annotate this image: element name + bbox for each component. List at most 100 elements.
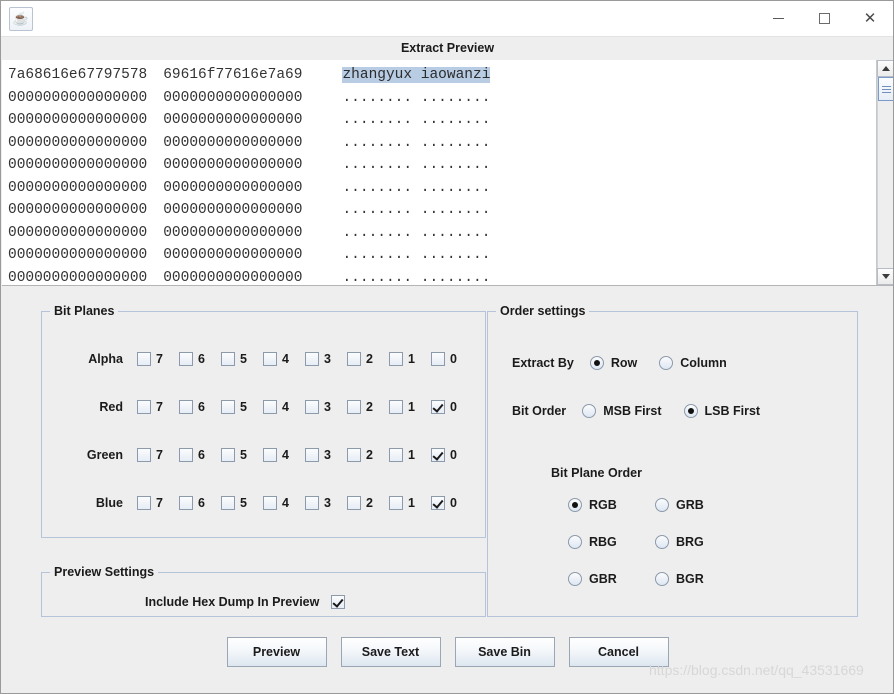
- radio-button[interactable]: [568, 572, 582, 586]
- checkbox-red-bit-2[interactable]: [347, 400, 361, 414]
- bit-index-label: 5: [240, 496, 247, 510]
- radio-button[interactable]: [655, 498, 669, 512]
- hex-column-1: 0000000000000000: [8, 134, 148, 151]
- radio-button[interactable]: [568, 498, 582, 512]
- include-hex-dump-checkbox[interactable]: [331, 595, 346, 609]
- bit-cell: 1: [389, 400, 431, 414]
- checkbox-blue-bit-6[interactable]: [179, 496, 193, 510]
- extract-by-option-column[interactable]: Column: [659, 356, 727, 370]
- maximize-icon: [818, 13, 830, 24]
- radio-button[interactable]: [655, 572, 669, 586]
- bit-plane-order-option-brg[interactable]: BRG: [655, 535, 742, 549]
- hex-dump-line: 0000000000000000 0000000000000000........…: [8, 132, 875, 155]
- radio-label: RGB: [589, 498, 617, 512]
- radio-button[interactable]: [659, 356, 674, 370]
- hex-dump-scrollbar[interactable]: [876, 60, 893, 285]
- ascii-column: ........ ........: [342, 202, 491, 218]
- bit-cell: 7: [137, 400, 179, 414]
- checkbox-blue-bit-5[interactable]: [221, 496, 235, 510]
- bit-index-label: 2: [366, 496, 373, 510]
- scrollbar-track[interactable]: [877, 77, 893, 268]
- checkbox-blue-bit-1[interactable]: [389, 496, 403, 510]
- checkbox-red-bit-6[interactable]: [179, 400, 193, 414]
- bit-index-label: 6: [198, 448, 205, 462]
- checkbox-green-bit-2[interactable]: [347, 448, 361, 462]
- radio-button[interactable]: [582, 404, 597, 418]
- checkbox-green-bit-7[interactable]: [137, 448, 151, 462]
- hex-dump-textarea[interactable]: 7a68616e67797578 69616f77616e7a69 zhangyux…: [2, 60, 875, 285]
- checkbox-green-bit-1[interactable]: [389, 448, 403, 462]
- bit-planes-group: Bit Planes Alpha 7 6 5 4 3 2 1 0 Red 7 6 5 4 3 2 1 0 Green…: [41, 304, 486, 538]
- bit-order-option-msb-first[interactable]: MSB First: [582, 404, 662, 418]
- bit-cell: 2: [347, 496, 389, 510]
- checkbox-blue-bit-4[interactable]: [263, 496, 277, 510]
- checkbox-blue-bit-3[interactable]: [305, 496, 319, 510]
- checkbox-green-bit-5[interactable]: [221, 448, 235, 462]
- scroll-down-button[interactable]: [877, 268, 893, 285]
- checkbox-alpha-bit-7[interactable]: [137, 352, 151, 366]
- checkbox-alpha-bit-3[interactable]: [305, 352, 319, 366]
- bit-plane-order-option-gbr[interactable]: GBR: [568, 572, 655, 586]
- checkbox-red-bit-4[interactable]: [263, 400, 277, 414]
- bit-cell: 0: [431, 352, 473, 366]
- bit-order-option-lsb-first[interactable]: LSB First: [683, 404, 760, 418]
- checkbox-alpha-bit-2[interactable]: [347, 352, 361, 366]
- checkbox-red-bit-7[interactable]: [137, 400, 151, 414]
- hex-column-2: 0000000000000000: [163, 269, 303, 286]
- include-hex-dump-label: Include Hex Dump In Preview: [145, 595, 320, 609]
- bit-index-label: 7: [156, 400, 163, 414]
- preview-button[interactable]: Preview: [226, 637, 327, 667]
- hex-column-1: 0000000000000000: [8, 112, 148, 128]
- cancel-button[interactable]: Cancel: [568, 637, 669, 667]
- bit-plane-order-options: RGB GRB RBG BRG GBR BGR: [568, 498, 818, 586]
- scroll-up-button[interactable]: [877, 60, 893, 77]
- bit-plane-order-option-grb[interactable]: GRB: [655, 498, 742, 512]
- checkbox-alpha-bit-6[interactable]: [179, 352, 193, 366]
- checkbox-green-bit-6[interactable]: [179, 448, 193, 462]
- radio-button[interactable]: [683, 404, 698, 418]
- checkbox-green-bit-4[interactable]: [263, 448, 277, 462]
- maximize-button[interactable]: [801, 1, 847, 36]
- checkbox-green-bit-0[interactable]: [431, 448, 445, 462]
- save-text-button[interactable]: Save Text: [340, 637, 441, 667]
- checkbox-alpha-bit-5[interactable]: [221, 352, 235, 366]
- checkbox-red-bit-1[interactable]: [389, 400, 403, 414]
- checkbox-blue-bit-2[interactable]: [347, 496, 361, 510]
- scrollbar-thumb[interactable]: [878, 77, 893, 101]
- bit-plane-order-option-bgr[interactable]: BGR: [655, 572, 742, 586]
- checkbox-blue-bit-7[interactable]: [137, 496, 151, 510]
- checkbox-alpha-bit-0[interactable]: [431, 352, 445, 366]
- checkbox-red-bit-3[interactable]: [305, 400, 319, 414]
- extract-by-option-row[interactable]: Row: [589, 356, 637, 370]
- include-hex-dump-row[interactable]: Include Hex Dump In Preview: [145, 595, 346, 609]
- bit-index-label: 3: [324, 400, 331, 414]
- order-settings-group: Order settings Extract By Row Column Bit …: [487, 304, 858, 617]
- radio-label: RBG: [589, 535, 617, 549]
- radio-label: GBR: [589, 572, 617, 586]
- checkbox-alpha-bit-1[interactable]: [389, 352, 403, 366]
- bit-index-label: 5: [240, 352, 247, 366]
- hex-column-2: 0000000000000000: [163, 224, 303, 241]
- radio-label: BGR: [676, 572, 704, 586]
- radio-button[interactable]: [589, 356, 604, 370]
- bit-plane-row-alpha: Alpha 7 6 5 4 3 2 1 0: [42, 348, 485, 370]
- hex-dump-line: 7a68616e67797578 69616f77616e7a69 zhangyux…: [8, 64, 875, 87]
- checkbox-red-bit-0[interactable]: [431, 400, 445, 414]
- hex-column-2: 0000000000000000: [163, 202, 303, 218]
- radio-button[interactable]: [568, 535, 582, 549]
- bit-index-label: 1: [408, 448, 415, 462]
- java-coffee-cup-icon: ☕: [9, 6, 33, 31]
- bit-plane-order-option-rgb[interactable]: RGB: [568, 498, 655, 512]
- ascii-column: ........ ........: [342, 134, 491, 151]
- checkbox-blue-bit-0[interactable]: [431, 496, 445, 510]
- close-button[interactable]: ✕: [847, 1, 893, 36]
- bit-order-row: Bit Order MSB First LSB First: [512, 404, 760, 418]
- minimize-button[interactable]: [755, 1, 801, 36]
- checkbox-green-bit-3[interactable]: [305, 448, 319, 462]
- bit-plane-order-option-rbg[interactable]: RBG: [568, 535, 655, 549]
- checkbox-red-bit-5[interactable]: [221, 400, 235, 414]
- save-bin-button[interactable]: Save Bin: [454, 637, 555, 667]
- checkbox-alpha-bit-4[interactable]: [263, 352, 277, 366]
- hex-column-2: 0000000000000000: [163, 179, 303, 196]
- radio-button[interactable]: [655, 535, 669, 549]
